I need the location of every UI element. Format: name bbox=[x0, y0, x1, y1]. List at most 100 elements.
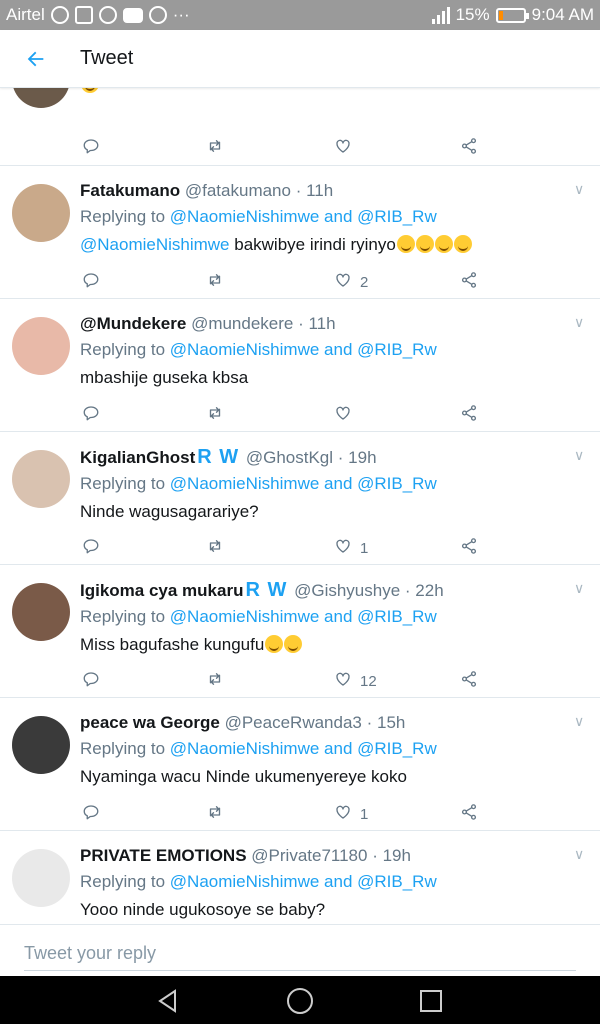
retweet-button[interactable] bbox=[206, 403, 224, 427]
avatar[interactable] bbox=[12, 583, 70, 641]
chevron-down-icon[interactable]: ∨ bbox=[574, 847, 588, 861]
like-button[interactable]: 1 bbox=[334, 802, 368, 826]
heart-icon bbox=[334, 670, 352, 692]
tweet-item[interactable]: @Mundekere @mundekere · 11h Replying to @… bbox=[0, 299, 600, 432]
reply-mentions[interactable]: @NaomieNishimwe and @RIB_Rw bbox=[170, 207, 437, 226]
share-button[interactable] bbox=[460, 403, 478, 427]
reply-button[interactable] bbox=[82, 802, 100, 826]
retweet-button[interactable] bbox=[206, 802, 224, 826]
chevron-down-icon[interactable]: ∨ bbox=[574, 581, 588, 595]
tweet-text bbox=[80, 88, 580, 96]
display-name[interactable]: peace wa George bbox=[80, 713, 220, 732]
like-count: 12 bbox=[360, 672, 377, 690]
share-button[interactable] bbox=[460, 136, 478, 160]
handle[interactable]: @fatakumano bbox=[185, 181, 291, 200]
reply-icon bbox=[82, 537, 100, 559]
reply-mentions[interactable]: @NaomieNishimwe and @RIB_Rw bbox=[170, 607, 437, 626]
display-name[interactable]: KigalianGhost bbox=[80, 448, 195, 467]
handle[interactable]: @mundekere bbox=[191, 314, 293, 333]
share-icon bbox=[460, 670, 478, 692]
tweet-item[interactable]: KigalianGhost R W @GhostKgl · 19h Replying… bbox=[0, 432, 600, 565]
nav-recents-icon[interactable] bbox=[420, 990, 442, 1012]
reply-button[interactable] bbox=[82, 136, 100, 160]
body-text: Miss bagufashe kungufu bbox=[80, 635, 265, 654]
chevron-down-icon[interactable]: ∨ bbox=[574, 315, 588, 329]
body-mention[interactable]: @NaomieNishimwe bbox=[80, 235, 230, 254]
handle[interactable]: @Private71180 bbox=[251, 846, 367, 865]
avatar[interactable] bbox=[12, 450, 70, 508]
avatar[interactable] bbox=[12, 317, 70, 375]
handle[interactable]: @GhostKgl bbox=[246, 448, 333, 467]
nav-home-icon[interactable] bbox=[287, 988, 313, 1014]
reply-button[interactable] bbox=[82, 403, 100, 427]
chrome-icon bbox=[50, 6, 69, 24]
display-name[interactable]: PRIVATE EMOTIONS bbox=[80, 846, 247, 865]
reply-mentions[interactable]: @NaomieNishimwe and @RIB_Rw bbox=[170, 474, 437, 493]
replying-to: Replying to @NaomieNishimwe and @RIB_Rw bbox=[80, 606, 580, 628]
like-button[interactable]: 1 bbox=[334, 536, 368, 560]
replies-list[interactable]: HIRWA NINGANZO @HIRwArtman · 8h∨Fatakuma… bbox=[0, 88, 600, 924]
heart-icon bbox=[334, 404, 352, 426]
tweet-actions: 2 bbox=[80, 270, 490, 294]
retweet-button[interactable] bbox=[206, 536, 224, 560]
retweet-button[interactable] bbox=[206, 270, 224, 294]
tweet-actions: 1 bbox=[80, 802, 490, 826]
emoji-icon bbox=[265, 635, 284, 653]
retweet-icon bbox=[206, 271, 224, 293]
reply-input[interactable] bbox=[24, 937, 576, 971]
chevron-down-icon[interactable]: ∨ bbox=[574, 714, 588, 728]
reply-button[interactable] bbox=[82, 270, 100, 294]
handle[interactable]: @Gishyushye bbox=[294, 581, 400, 600]
replying-to-label: Replying to bbox=[80, 474, 166, 493]
battery-icon bbox=[495, 7, 529, 23]
tweet-item[interactable]: PRIVATE EMOTIONS @Private71180 · 19h Repl… bbox=[0, 831, 600, 924]
replying-to: Replying to @NaomieNishimwe and @RIB_Rw bbox=[80, 871, 580, 893]
reply-mentions[interactable]: @NaomieNishimwe and @RIB_Rw bbox=[170, 340, 437, 359]
avatar[interactable] bbox=[12, 716, 70, 774]
avatar[interactable] bbox=[12, 184, 70, 242]
emoji-icon bbox=[453, 235, 472, 253]
like-button[interactable]: 2 bbox=[334, 270, 368, 294]
nav-back-icon[interactable] bbox=[155, 988, 181, 1014]
tweet-item[interactable]: Igikoma cya mukaru R W @Gishyushye · 22h R… bbox=[0, 565, 600, 698]
reply-button[interactable] bbox=[82, 669, 100, 693]
replying-to-label: Replying to bbox=[80, 739, 166, 758]
share-button[interactable] bbox=[460, 802, 478, 826]
like-button[interactable] bbox=[334, 136, 360, 160]
display-name[interactable]: Fatakumano bbox=[80, 181, 180, 200]
clock: 9:04 AM bbox=[531, 5, 594, 24]
share-button[interactable] bbox=[460, 270, 478, 294]
tweet-item[interactable]: Fatakumano @fatakumano · 11h Replying to … bbox=[0, 166, 600, 299]
like-button[interactable]: 12 bbox=[334, 669, 377, 693]
emoji-icon bbox=[415, 235, 434, 253]
status-bar: Airtel ··· 15% 9:04 AM bbox=[0, 0, 600, 30]
back-button[interactable] bbox=[0, 30, 72, 88]
carrier-name: Airtel bbox=[6, 5, 45, 24]
tweet-item[interactable]: peace wa George @PeaceRwanda3 · 15h Reply… bbox=[0, 698, 600, 831]
gallery-icon bbox=[74, 6, 93, 24]
handle[interactable]: @PeaceRwanda3 bbox=[225, 713, 362, 732]
system-nav-bar bbox=[0, 976, 600, 1024]
display-name[interactable]: Igikoma cya mukaru bbox=[80, 581, 243, 600]
share-button[interactable] bbox=[460, 536, 478, 560]
retweet-icon bbox=[206, 670, 224, 692]
retweet-icon bbox=[206, 537, 224, 559]
tweet-item[interactable]: HIRWA NINGANZO @HIRwArtman · 8h∨ bbox=[0, 88, 600, 166]
like-button[interactable] bbox=[334, 403, 360, 427]
avatar[interactable] bbox=[12, 88, 70, 108]
body-text: Ninde wagusagarariye? bbox=[80, 502, 259, 521]
reply-button[interactable] bbox=[82, 536, 100, 560]
chrome-icon bbox=[98, 6, 117, 24]
chevron-down-icon[interactable]: ∨ bbox=[574, 182, 588, 196]
tweet-actions bbox=[80, 403, 490, 427]
avatar[interactable] bbox=[12, 849, 70, 907]
reply-mentions[interactable]: @NaomieNishimwe and @RIB_Rw bbox=[170, 739, 437, 758]
retweet-button[interactable] bbox=[206, 669, 224, 693]
timestamp: · 19h bbox=[337, 448, 377, 467]
share-button[interactable] bbox=[460, 669, 478, 693]
reply-mentions[interactable]: @NaomieNishimwe and @RIB_Rw bbox=[170, 872, 437, 891]
display-name[interactable]: @Mundekere bbox=[80, 314, 186, 333]
rw-badge: R W bbox=[197, 446, 240, 468]
retweet-button[interactable] bbox=[206, 136, 224, 160]
chevron-down-icon[interactable]: ∨ bbox=[574, 448, 588, 462]
